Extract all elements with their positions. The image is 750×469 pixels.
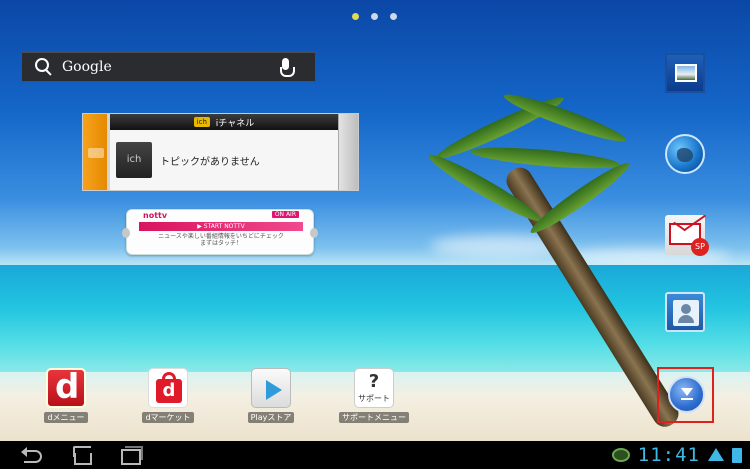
support-tile-text: サポート <box>358 394 390 403</box>
ichannel-side-tab[interactable] <box>83 114 110 190</box>
support-menu-app[interactable]: ? サポート サポートメニュー <box>339 368 409 428</box>
browser-app-icon[interactable] <box>665 134 705 174</box>
gallery-app-icon[interactable] <box>665 53 705 93</box>
sync-icon <box>611 448 630 462</box>
play-store-icon[interactable] <box>251 368 291 408</box>
shopping-bag-icon: d <box>156 379 182 403</box>
page-dot-3[interactable] <box>390 13 397 20</box>
question-mark-icon: ? <box>368 371 380 392</box>
microphone-icon[interactable] <box>271 52 301 82</box>
nottv-logo: nottv <box>143 211 168 220</box>
ichannel-scrollbar[interactable] <box>338 114 358 190</box>
home-icon[interactable] <box>68 444 96 466</box>
search-icon[interactable] <box>30 53 58 81</box>
ichannel-thumbnail: ich <box>116 142 152 178</box>
play-triangle-icon <box>266 380 282 400</box>
dmenu-app[interactable]: d dメニュー <box>36 367 96 428</box>
system-bar: 11:41 <box>0 441 750 469</box>
mail-badge: SP <box>691 238 709 256</box>
search-label[interactable]: Google <box>62 59 271 75</box>
nottv-description-line1: ニュースや楽しい番組情報をいちどにチェック <box>158 233 284 240</box>
back-icon[interactable] <box>20 444 48 466</box>
nottv-description-line2: まずはタッチ！ <box>199 240 242 247</box>
ichannel-logo-icon <box>88 148 104 158</box>
dmarket-label: dマーケット <box>142 412 194 423</box>
ichannel-header-logo: ich <box>193 117 210 127</box>
ichannel-message: トピックがありません <box>160 156 260 168</box>
contacts-app-icon[interactable] <box>665 292 705 332</box>
nottv-on-air-badge: ON AIR <box>271 211 299 218</box>
chevron-down-icon <box>681 388 693 396</box>
support-icon[interactable]: ? サポート <box>354 368 394 408</box>
play-store-label: Playストア <box>247 412 295 423</box>
globe-icon <box>677 148 693 162</box>
dmenu-label: dメニュー <box>44 412 88 423</box>
ichannel-title: iチャネル <box>215 118 255 129</box>
ichannel-widget[interactable]: ich iチャネル ich トピックがありません <box>82 113 359 191</box>
wifi-icon <box>708 448 724 462</box>
recent-apps-icon[interactable] <box>116 444 144 466</box>
dmarket-icon[interactable]: d <box>148 368 188 408</box>
status-area[interactable]: 11:41 <box>611 444 742 466</box>
nottv-widget[interactable]: nottv ON AIR ▶ START NOTTV ニュースや楽しい番組情報を… <box>122 209 318 255</box>
page-dot-2[interactable] <box>371 13 378 20</box>
app-drawer-button[interactable] <box>668 376 705 413</box>
ichannel-main: ich iチャネル ich トピックがありません <box>110 114 338 190</box>
nottv-left-cap <box>122 228 130 238</box>
photo-icon <box>675 64 697 82</box>
mail-app-icon[interactable]: SP <box>665 215 709 256</box>
ichannel-header: ich iチャネル <box>110 114 338 130</box>
start-nottv-button[interactable]: ▶ START NOTTV <box>139 222 303 231</box>
play-store-app[interactable]: Playストア <box>241 368 301 428</box>
contact-head <box>681 304 691 314</box>
drawer-bar <box>681 398 693 400</box>
palm-frond <box>469 143 621 173</box>
dmarket-app[interactable]: d dマーケット <box>138 368 198 428</box>
clock: 11:41 <box>637 444 700 466</box>
nottv-right-cap <box>310 228 318 238</box>
dmenu-icon[interactable]: d <box>46 367 86 408</box>
google-search-widget[interactable]: Google <box>21 52 316 82</box>
page-indicator <box>352 13 397 20</box>
battery-icon <box>732 447 742 463</box>
support-menu-label: サポートメニュー <box>339 412 409 423</box>
nottv-description: ニュースや楽しい番組情報をいちどにチェック まずはタッチ！ <box>139 233 303 247</box>
page-dot-1[interactable] <box>352 13 359 20</box>
ichannel-body[interactable]: ich トピックがありません <box>110 130 338 190</box>
